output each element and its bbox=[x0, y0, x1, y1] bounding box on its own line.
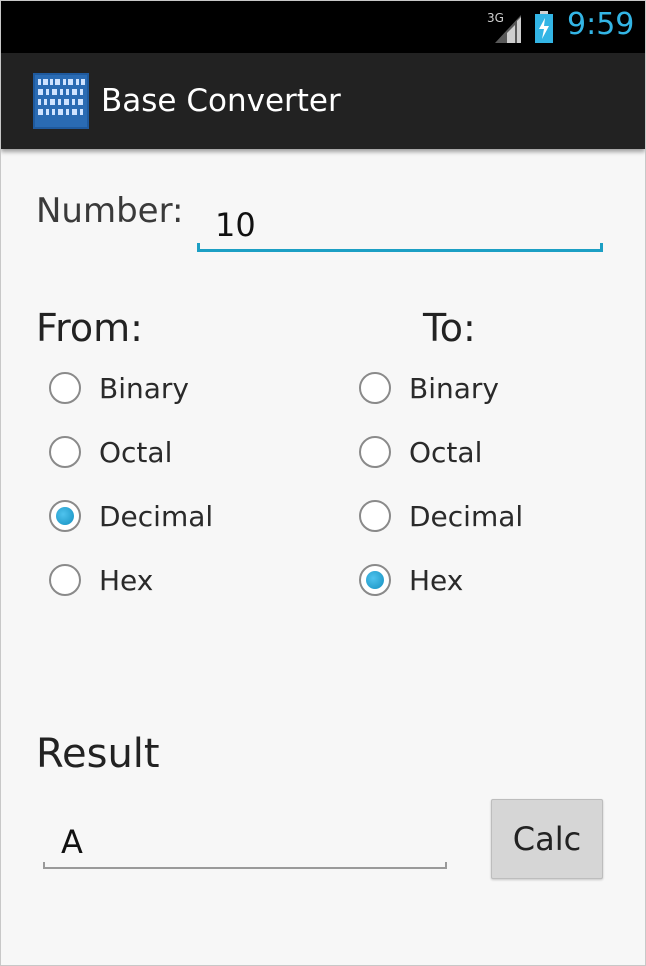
from-radio-binary[interactable]: Binary bbox=[49, 363, 189, 413]
radio-label: Hex bbox=[409, 563, 464, 597]
from-radio-hex[interactable]: Hex bbox=[49, 555, 153, 605]
to-radio-binary[interactable]: Binary bbox=[359, 363, 499, 413]
calc-button[interactable]: Calc bbox=[491, 799, 603, 879]
number-input-underline bbox=[197, 243, 603, 252]
app-title: Base Converter bbox=[101, 83, 341, 119]
number-label: Number: bbox=[36, 191, 184, 231]
to-radio-hex[interactable]: Hex bbox=[359, 555, 463, 605]
status-bar: 3G 9:59 bbox=[1, 1, 645, 53]
to-label: To: bbox=[423, 306, 476, 350]
to-radio-octal[interactable]: Octal bbox=[359, 427, 482, 477]
radio-button-selected[interactable] bbox=[49, 500, 81, 532]
radio-label: Hex bbox=[99, 563, 154, 597]
radio-button[interactable] bbox=[359, 436, 391, 468]
radio-button[interactable] bbox=[359, 500, 391, 532]
radio-label: Octal bbox=[99, 435, 173, 469]
number-input[interactable] bbox=[197, 197, 603, 253]
radio-button[interactable] bbox=[49, 372, 81, 404]
result-field-underline bbox=[43, 862, 447, 869]
radio-label: Binary bbox=[409, 371, 499, 405]
action-bar: Base Converter bbox=[1, 53, 645, 149]
from-radio-decimal[interactable]: Decimal bbox=[49, 491, 213, 541]
result-label: Result bbox=[36, 731, 160, 777]
radio-label: Octal bbox=[409, 435, 483, 469]
to-radio-decimal[interactable]: Decimal bbox=[359, 491, 523, 541]
device-screen: 3G 9:59 Base Converter Number: Fro bbox=[0, 0, 646, 966]
radio-label: Binary bbox=[99, 371, 189, 405]
result-field[interactable] bbox=[43, 815, 447, 869]
radio-button[interactable] bbox=[359, 372, 391, 404]
signal-icon bbox=[495, 15, 521, 43]
from-label: From: bbox=[36, 306, 143, 350]
radio-button[interactable] bbox=[49, 436, 81, 468]
battery-charging-icon bbox=[535, 11, 553, 43]
binary-app-icon bbox=[33, 73, 89, 129]
radio-label: Decimal bbox=[99, 499, 214, 533]
radio-button-selected[interactable] bbox=[359, 564, 391, 596]
from-radio-octal[interactable]: Octal bbox=[49, 427, 172, 477]
radio-label: Decimal bbox=[409, 499, 524, 533]
radio-button[interactable] bbox=[49, 564, 81, 596]
status-time: 9:59 bbox=[567, 7, 635, 42]
